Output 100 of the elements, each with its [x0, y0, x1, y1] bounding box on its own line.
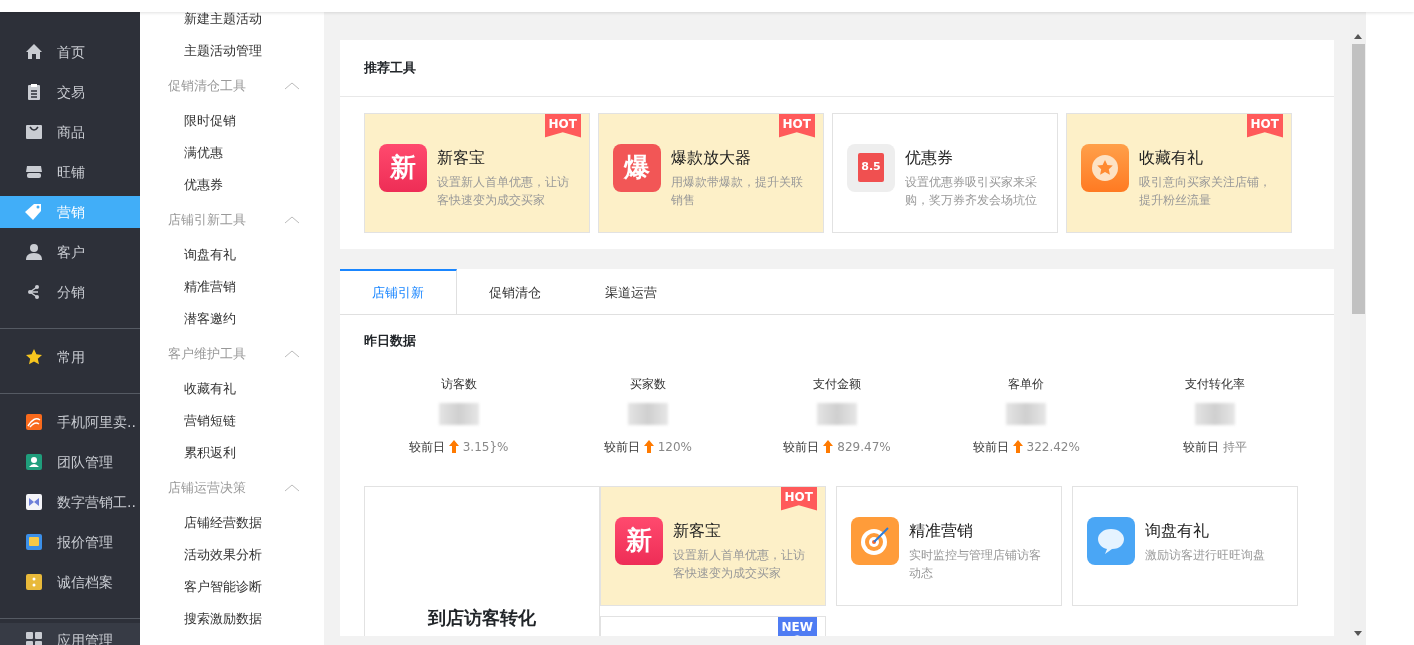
submenu-item[interactable]: 主题活动管理: [139, 35, 324, 67]
submenu-item[interactable]: 营销短链: [139, 405, 324, 437]
submenu-item[interactable]: 收藏有礼: [139, 373, 324, 405]
quote-app-icon: [25, 533, 43, 551]
scrollbar-thumb[interactable]: [1351, 44, 1365, 314]
metric-label: 支付金额: [812, 375, 862, 393]
hot-ribbon: HOT: [780, 486, 817, 511]
tab[interactable]: 促销清仓: [457, 268, 573, 314]
bag-icon: [25, 123, 43, 141]
scroll-up-icon[interactable]: [1354, 34, 1362, 40]
storefront-icon: [25, 163, 43, 181]
submenu-item[interactable]: 新建主题活动: [139, 12, 324, 35]
sidebar-item[interactable]: 团队管理: [0, 446, 140, 478]
new-ribbon: NEW: [777, 616, 817, 636]
sidebar-item[interactable]: 客户: [0, 236, 140, 268]
scroll-down-icon[interactable]: [1354, 631, 1362, 637]
hot-ribbon: HOT: [778, 113, 815, 138]
sidebar-item[interactable]: 分销: [0, 276, 140, 308]
hot-ribbon: HOT: [544, 113, 581, 138]
sidebar-item[interactable]: 交易: [0, 76, 140, 108]
hot-ribbon: HOT: [1246, 113, 1283, 138]
tool-description: 设置优惠券吸引买家来采购，奖万券齐发会场坑位: [905, 173, 1038, 209]
blurred-value: [1195, 402, 1236, 425]
badge-character-icon: 爆: [613, 143, 661, 192]
change-value: 持平: [1223, 438, 1248, 456]
tool-card[interactable]: 收藏有礼 吸引意向买家关注店铺，提升粉丝流量 HOT: [1066, 112, 1292, 233]
metric-label: 买家数: [628, 375, 667, 393]
metric-label: 客单价: [1007, 375, 1046, 393]
chevron-icon[interactable]: [284, 350, 300, 358]
submenu-item[interactable]: 店铺经营数据: [139, 507, 324, 539]
tool-card[interactable]: 精准营销 实时监控与管理店铺访客动态: [836, 485, 1062, 606]
sidebar-item[interactable]: 数字营销工..: [0, 486, 140, 518]
change-value: 829.47%: [837, 438, 891, 456]
sidebar-item[interactable]: 常用: [0, 341, 140, 373]
tool-card[interactable]: NEW: [600, 615, 826, 636]
tool-card[interactable]: 爆 爆款放大器 用爆款带爆款，提升关联销售 HOT: [598, 112, 824, 233]
submenu-item[interactable]: 限时促销: [139, 105, 324, 137]
tag-icon: [25, 203, 43, 221]
blurred-value: [438, 402, 479, 425]
chat-bubble-icon: [1087, 516, 1135, 565]
metric-label: 访客数: [439, 375, 478, 393]
tool-name: 优惠券: [905, 146, 954, 169]
conversion-title: 到店访客转化: [428, 605, 536, 630]
tab[interactable]: 渠道运营: [573, 268, 689, 314]
tool-card[interactable]: 8.5 优惠券 设置优惠券吸引买家来采购，奖万券齐发会场坑位: [832, 112, 1058, 233]
star-icon: [25, 348, 43, 366]
tool-description: 吸引意向买家关注店铺，提升粉丝流量: [1139, 173, 1272, 209]
tool-description: 设置新人首单优惠，让访客快速变为成交买家: [673, 546, 806, 582]
tool-card[interactable]: 新 新客宝 设置新人首单优惠，让访客快速变为成交买家 HOT: [600, 485, 826, 606]
metric-label: 支付转化率: [1184, 375, 1247, 393]
submenu-item[interactable]: 询盘有礼: [139, 239, 324, 271]
submenu-item[interactable]: 累积返利: [139, 437, 324, 469]
tool-name: 新客宝: [673, 519, 722, 542]
compare-label: 较前日: [603, 438, 640, 456]
sidebar-item[interactable]: 报价管理: [0, 526, 140, 558]
section-title: 推荐工具: [340, 40, 1334, 97]
submenu-item[interactable]: 搜索激励数据: [139, 603, 324, 635]
submenu-item[interactable]: 精准营销: [139, 271, 324, 303]
sidebar-item[interactable]: 手机阿里卖..: [0, 406, 140, 438]
change-value: 120%: [657, 438, 692, 456]
tool-card[interactable]: 询盘有礼 激励访客进行旺旺询盘: [1072, 485, 1298, 606]
change-value: 322.42%: [1026, 438, 1080, 456]
clipboard-icon: [25, 83, 43, 101]
sidebar-item[interactable]: 首页: [0, 36, 140, 68]
tool-name: 爆款放大器: [671, 146, 752, 169]
tool-name: 精准营销: [909, 519, 974, 542]
archive-app-icon: [25, 573, 43, 591]
sidebar-item[interactable]: 旺铺: [0, 156, 140, 188]
person-icon: [25, 243, 43, 261]
tool-card[interactable]: 新 新客宝 设置新人首单优惠，让访客快速变为成交买家 HOT: [364, 112, 590, 233]
blurred-value: [817, 402, 857, 425]
compare-label: 较前日: [972, 438, 1009, 456]
chevron-icon[interactable]: [284, 82, 300, 90]
team-app-icon: [25, 453, 43, 471]
compare-label: 较前日: [783, 438, 820, 456]
tool-description: 实时监控与管理店铺访客动态: [909, 546, 1042, 582]
section-title: 昨日数据: [363, 332, 417, 350]
butterfly-app-icon: [25, 493, 43, 511]
chevron-icon[interactable]: [284, 216, 300, 224]
compare-label: 较前日: [408, 438, 445, 456]
submenu-item[interactable]: 活动效果分析: [139, 539, 324, 571]
badge-character-icon: 新: [615, 516, 663, 565]
tool-description: 设置新人首单优惠，让访客快速变为成交买家: [437, 173, 570, 209]
change-value: 3.15}%: [462, 438, 509, 456]
submenu-item[interactable]: 满优惠: [139, 137, 324, 169]
home-icon: [25, 43, 43, 61]
submenu-item[interactable]: 客户智能诊断: [139, 571, 324, 603]
tab[interactable]: 店铺引新: [340, 268, 457, 314]
submenu-item[interactable]: 优惠券: [139, 169, 324, 201]
tool-name: 询盘有礼: [1145, 519, 1210, 542]
chevron-icon[interactable]: [284, 484, 300, 492]
sidebar-item[interactable]: 诚信档案: [0, 566, 140, 598]
tool-description: 激励访客进行旺旺询盘: [1145, 546, 1265, 564]
star-badge-icon: [1081, 143, 1129, 192]
apps-grid-icon: [25, 631, 43, 645]
submenu-item[interactable]: 潜客邀约: [139, 303, 324, 335]
tool-name: 收藏有礼: [1139, 146, 1204, 169]
target-icon: [851, 516, 899, 565]
sidebar-item[interactable]: 商品: [0, 116, 140, 148]
compare-label: 较前日: [1183, 438, 1220, 456]
